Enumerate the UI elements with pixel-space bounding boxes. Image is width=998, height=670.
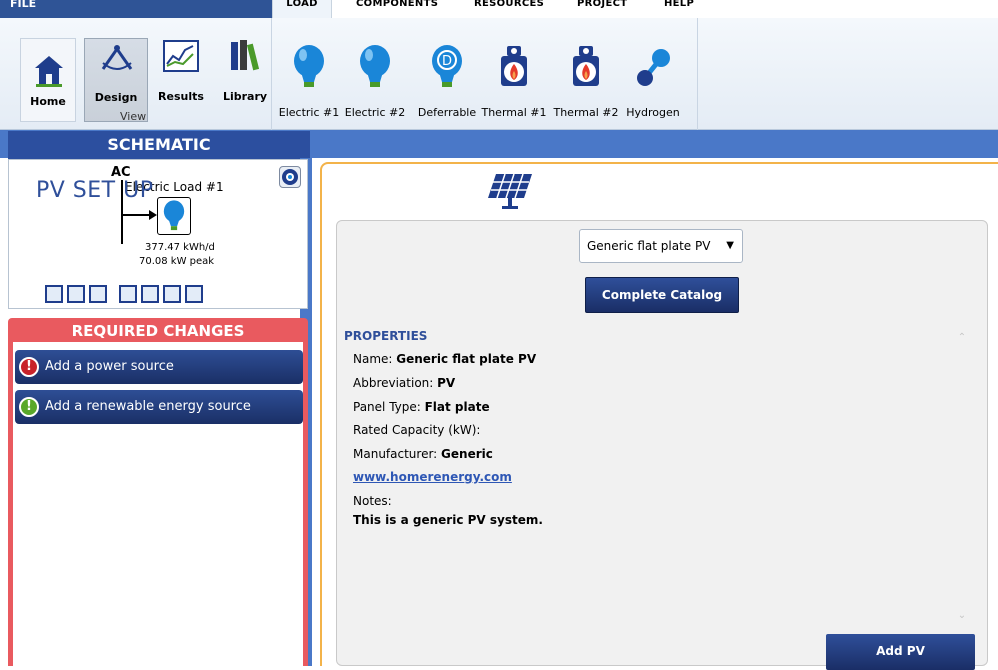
required-changes-title: REQUIRED CHANGES [71,322,245,340]
home-icon [35,56,63,87]
property-abbreviation-value: PV [437,376,456,390]
property-panel-type-label: Panel Type: [353,400,425,414]
load-energy: 377.47 kWh/d [145,242,215,253]
property-panel-type-value: Flat plate [424,400,490,414]
required-changes-panel: REQUIRED CHANGES ! Add a power source ! … [8,318,308,666]
deferrable-bulb-icon: D [432,45,462,87]
schematic-tool-search[interactable] [185,285,203,303]
notes-text: This is a generic PV system. [353,513,543,527]
pv-model-select[interactable]: Generic flat plate PV ▼ [579,229,743,263]
library-button[interactable]: Library [214,38,276,122]
property-rated-capacity: Rated Capacity (kW): [353,423,481,437]
refresh-globe-icon [282,169,298,185]
add-renewable-source-label: Add a renewable energy source [45,399,251,414]
homer-website-link[interactable]: www.homerenergy.com [353,470,512,484]
schematic-title: SCHEMATIC [8,131,310,159]
add-power-source-label: Add a power source [45,359,174,374]
scroll-down-icon[interactable]: ⌄ [952,610,972,621]
notes-label: Notes: [353,494,392,508]
electric-load-node[interactable] [157,197,191,235]
design-icon [101,45,133,70]
bulb-icon [360,45,390,87]
add-pv-button[interactable]: Add PV [826,634,975,670]
bulb-icon [294,45,324,87]
schematic-tool-grid[interactable] [67,285,85,303]
results-label: Results [158,90,204,103]
properties-scrollbar[interactable]: ⌃ ⌄ [952,326,972,626]
electric-2-button[interactable]: Electric #2 [345,44,405,119]
tab-help[interactable]: HELP [664,0,694,18]
thermal-flame-icon [573,46,599,86]
electric-1-button[interactable]: Electric #1 [279,44,339,119]
pv-setup-title: PV SET UP [36,178,154,203]
pv-model-selected: Generic flat plate PV [587,239,711,253]
scroll-up-icon[interactable]: ⌃ [952,332,972,343]
complete-catalog-button[interactable]: Complete Catalog [585,277,739,313]
view-group-label: View [120,110,147,123]
library-books-icon [231,40,260,71]
error-icon: ! [19,357,39,377]
ribbon-divider [697,18,698,130]
thermal-1-label: Thermal #1 [481,106,547,119]
home-button[interactable]: Home [20,38,76,122]
add-power-source-item[interactable]: ! Add a power source [15,350,303,384]
property-name: Name: Generic flat plate PV [353,352,536,366]
bulb-icon [163,200,185,231]
add-renewable-source-item[interactable]: ! Add a renewable energy source [15,390,303,424]
results-chart-icon [163,40,199,72]
menu-bar: FILE LOAD COMPONENTS RESOURCES PROJECT H… [0,0,998,18]
property-abbreviation: Abbreviation: PV [353,376,455,390]
bus-arrow-icon [149,210,157,220]
schematic-tool-weather[interactable] [163,285,181,303]
thermal-2-label: Thermal #2 [553,106,619,119]
property-manufacturer: Manufacturer: Generic [353,447,493,461]
library-label: Library [222,90,268,103]
electric-2-label: Electric #2 [344,106,406,119]
properties-title: PROPERTIES [344,329,428,343]
property-panel-type: Panel Type: Flat plate [353,400,490,414]
results-button[interactable]: Results [150,38,212,122]
svg-text:D: D [442,54,452,69]
load-peak: 70.08 kW peak [139,256,215,267]
electric-1-label: Electric #1 [278,106,340,119]
thermal-flame-icon [501,46,527,86]
hydrogen-molecule-icon [637,49,670,86]
file-menu[interactable]: FILE [0,0,272,18]
schematic-tool-signal[interactable] [89,285,107,303]
required-changes-list: ! Add a power source ! Add a renewable e… [13,342,303,666]
thermal-2-button[interactable]: Thermal #2 [553,44,619,119]
warning-icon: ! [19,397,39,417]
view-group: Home Design Results Library View [8,18,272,130]
thermal-1-button[interactable]: Thermal #1 [481,44,547,119]
schematic-tool-add[interactable] [45,285,63,303]
chevron-down-icon: ▼ [726,240,734,251]
schematic-tool-layers[interactable] [141,285,159,303]
solar-panel-icon [488,173,532,209]
schematic-toggle-button[interactable] [279,166,301,188]
property-manufacturer-value: Generic [441,447,493,461]
design-label: Design [94,91,138,104]
home-label: Home [30,95,66,108]
tab-resources[interactable]: RESOURCES [474,0,544,18]
property-name-value: Generic flat plate PV [396,352,537,366]
schematic-tool-economics[interactable] [119,285,137,303]
property-manufacturer-label: Manufacturer: [353,447,442,461]
deferrable-label: Deferrable [417,106,477,119]
tab-project[interactable]: PROJECT [577,0,627,18]
tab-load[interactable]: LOAD [272,0,332,18]
deferrable-button[interactable]: D Deferrable [418,44,476,119]
ribbon: Home Design Results Library View Electri… [0,18,998,130]
tab-components[interactable]: COMPONENTS [356,0,438,18]
hydrogen-label: Hydrogen [626,106,680,119]
property-name-label: Name: [353,352,397,366]
property-abbreviation-label: Abbreviation: [353,376,438,390]
hydrogen-button[interactable]: Hydrogen [626,44,680,119]
